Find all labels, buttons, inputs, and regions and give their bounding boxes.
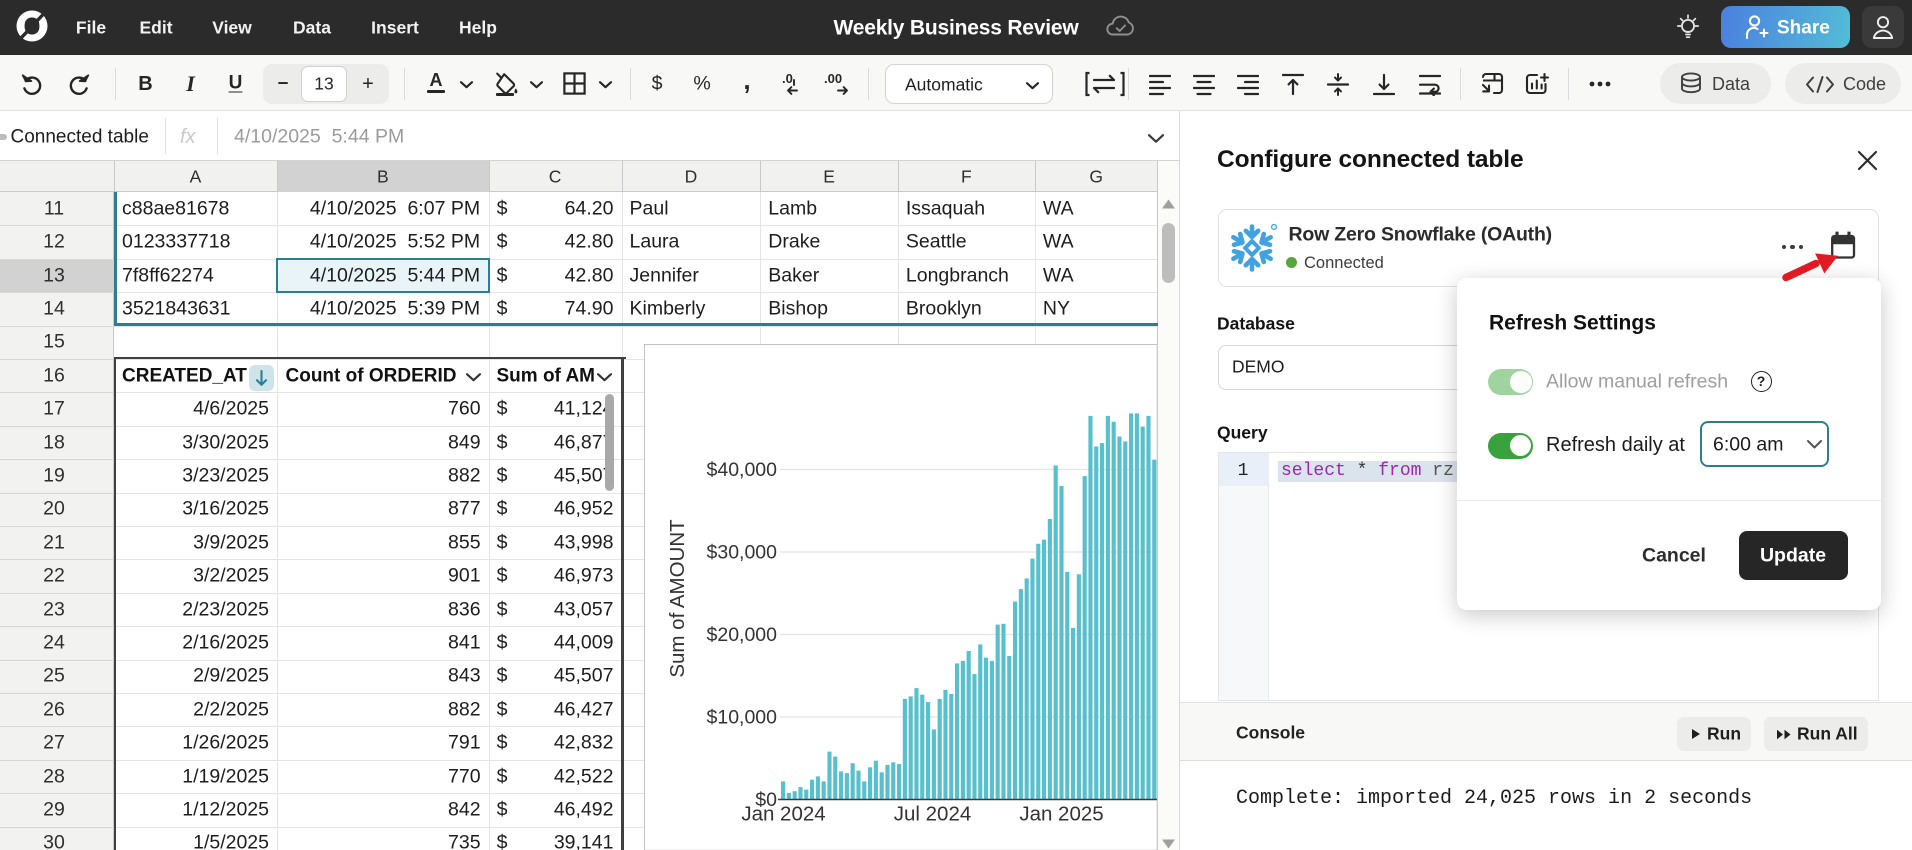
svg-text:Sum of AMOUNT: Sum of AMOUNT — [666, 518, 689, 677]
svg-text:$40,000: $40,000 — [706, 459, 777, 481]
svg-text:Jul 2024: Jul 2024 — [893, 802, 971, 825]
svg-text:.0: .0 — [782, 71, 793, 86]
svg-text:Jan 2024: Jan 2024 — [741, 802, 825, 825]
svg-text:.00: .00 — [824, 71, 842, 86]
svg-text:$30,000: $30,000 — [706, 541, 777, 563]
svg-text:$10,000: $10,000 — [706, 706, 777, 728]
svg-text:$20,000: $20,000 — [706, 624, 777, 646]
svg-text:Jan 2025: Jan 2025 — [1019, 802, 1103, 825]
